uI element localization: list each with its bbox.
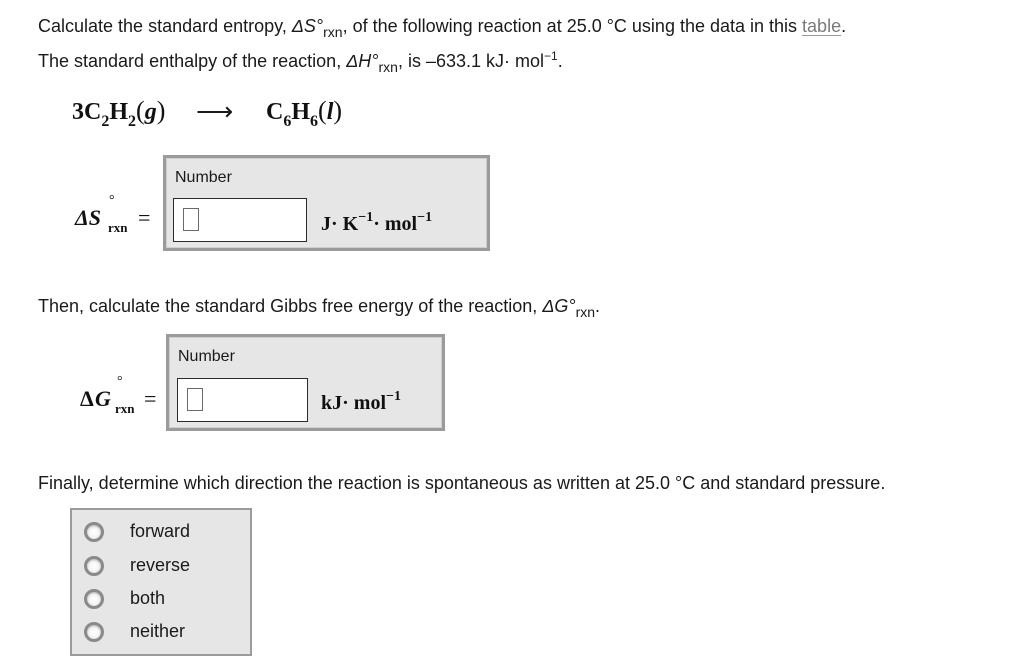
period: . bbox=[841, 16, 847, 36]
unit-exponent-k: −1 bbox=[358, 210, 374, 225]
enthalpy-unit-exponent: −1 bbox=[544, 49, 558, 63]
degree-symbol: ° bbox=[109, 193, 115, 208]
enthalpy-text: The standard enthalpy of the reaction, bbox=[38, 51, 347, 71]
data-table-link[interactable]: table bbox=[802, 16, 841, 36]
input-cursor-icon bbox=[187, 388, 203, 411]
option-label-both: both bbox=[130, 588, 166, 608]
question-text: , of the following reaction at 25.0 °C u… bbox=[342, 16, 803, 36]
unit-exponent-mol: −1 bbox=[386, 389, 401, 404]
option-reverse[interactable]: reverse bbox=[82, 554, 242, 578]
entropy-symbol: ΔS° bbox=[291, 16, 324, 36]
reaction-equation: 3C2H2(g) bbox=[72, 96, 166, 130]
gibbs-answer-box: Number kJ· mol−1 bbox=[166, 334, 445, 431]
equals-sign: = bbox=[144, 386, 157, 411]
option-neither[interactable]: neither bbox=[82, 620, 242, 644]
option-label-neither: neither bbox=[130, 621, 186, 641]
option-label-reverse: reverse bbox=[130, 555, 191, 575]
gibbs-prompt-text: Then, calculate the standard Gibbs free … bbox=[38, 296, 543, 316]
gibbs-prompt: Then, calculate the standard Gibbs free … bbox=[38, 295, 600, 323]
radio-button-neither[interactable] bbox=[84, 622, 104, 642]
question-line-1: Calculate the standard entropy, ΔS°rxn, … bbox=[38, 15, 846, 43]
unit-j-k: J· K bbox=[321, 213, 359, 235]
entropy-label: ΔS ° rxn = bbox=[75, 193, 160, 245]
question-text: Calculate the standard entropy, bbox=[38, 16, 292, 36]
unit-kj-mol: kJ· mol bbox=[321, 392, 387, 414]
option-both[interactable]: both bbox=[82, 587, 242, 611]
radio-button-reverse[interactable] bbox=[84, 556, 104, 576]
gibbs-label: Δ G ° rxn = bbox=[80, 374, 165, 426]
gibbs-lhs-symbol: G bbox=[95, 386, 111, 411]
equals-sign: = bbox=[138, 205, 151, 230]
unit-mol: · mol bbox=[373, 213, 418, 235]
reactant-coefficient: 3 bbox=[72, 99, 84, 125]
product-element-c: C bbox=[266, 99, 284, 125]
entropy-lhs-symbol: ΔS bbox=[75, 205, 102, 230]
entropy-answer-box: Number J· K−1· mol−1 bbox=[163, 155, 490, 251]
gibbs-symbol-sub: rxn bbox=[575, 304, 596, 320]
product-subscript-h: 6 bbox=[310, 113, 319, 130]
entropy-lhs-sub: rxn bbox=[108, 220, 128, 235]
gibbs-input[interactable] bbox=[177, 378, 308, 422]
entropy-symbol-sub: rxn bbox=[323, 24, 343, 40]
direction-prompt: Finally, determine which direction the r… bbox=[38, 473, 886, 493]
entropy-unit: J· K−1· mol−1 bbox=[321, 210, 432, 236]
reaction-product: C6H6(l) bbox=[266, 96, 343, 130]
reaction-arrow-icon: ⟶ bbox=[196, 96, 234, 126]
gibbs-lhs-sub: rxn bbox=[115, 401, 135, 416]
input-cursor-icon bbox=[183, 208, 199, 231]
unit-exponent-mol: −1 bbox=[417, 210, 433, 225]
direction-options-box: forward reverse both neither bbox=[70, 508, 252, 656]
gibbs-number-label: Number bbox=[178, 348, 235, 365]
enthalpy-symbol: ΔH° bbox=[346, 51, 379, 71]
period: . bbox=[595, 296, 601, 316]
reactant-element-h: H bbox=[109, 99, 129, 125]
option-label-forward: forward bbox=[130, 521, 191, 541]
gibbs-unit: kJ· mol−1 bbox=[321, 389, 401, 415]
degree-symbol: ° bbox=[117, 374, 123, 389]
reactant-phase: g bbox=[144, 99, 157, 125]
enthalpy-symbol-sub: rxn bbox=[378, 59, 398, 75]
gibbs-symbol: ΔG° bbox=[542, 296, 576, 316]
reactant-subscript-h: 2 bbox=[128, 113, 137, 130]
reactant-element-c: C bbox=[84, 99, 102, 125]
option-forward[interactable]: forward bbox=[82, 520, 242, 544]
entropy-input[interactable] bbox=[173, 198, 307, 242]
radio-button-forward[interactable] bbox=[84, 522, 104, 542]
enthalpy-value: , is –633.1 kJ· mol bbox=[397, 51, 544, 71]
radio-button-both[interactable] bbox=[84, 589, 104, 609]
entropy-number-label: Number bbox=[175, 169, 232, 186]
question-line-2: The standard enthalpy of the reaction, Δ… bbox=[38, 45, 563, 78]
period: . bbox=[557, 51, 563, 71]
delta-symbol: Δ bbox=[80, 386, 94, 411]
product-element-h: H bbox=[291, 99, 311, 125]
